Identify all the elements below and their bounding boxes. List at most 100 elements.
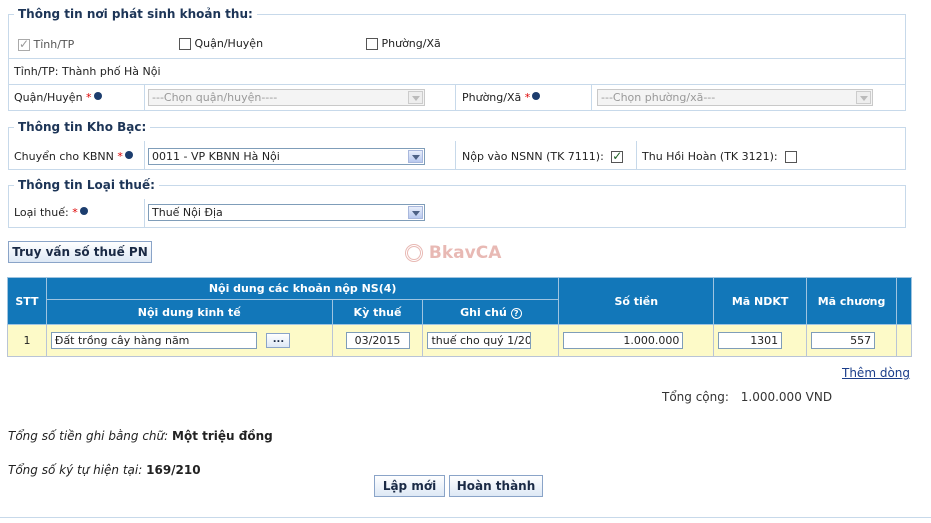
district-checkbox[interactable] bbox=[179, 38, 191, 50]
char-count-line: Tổng số ký tự hiện tại: 169/210 bbox=[8, 463, 201, 477]
nsnn-label: Nộp vào NSNN (TK 7111): bbox=[462, 150, 604, 163]
add-row-link[interactable]: Thêm dòng bbox=[842, 366, 910, 380]
district-checkbox-label: Quận/Huyện bbox=[194, 37, 264, 50]
divider bbox=[636, 141, 637, 170]
total-line: Tổng cộng: 1.000.000 VND bbox=[662, 390, 832, 404]
chevron-down-icon bbox=[408, 150, 423, 163]
divider bbox=[591, 84, 592, 111]
char-count-label: Tổng số ký tự hiện tại: bbox=[8, 463, 143, 477]
ward-select-value: ---Chọn phường/xã--- bbox=[601, 91, 716, 104]
ndkt-input[interactable]: 1301 bbox=[718, 332, 783, 349]
chevron-down-icon bbox=[408, 206, 423, 219]
help-icon[interactable] bbox=[79, 207, 88, 215]
divider bbox=[8, 58, 906, 59]
taxtype-select[interactable]: Thuế Nội Địa bbox=[148, 204, 425, 221]
header-amount: Số tiền bbox=[558, 277, 715, 325]
help-icon[interactable] bbox=[532, 92, 541, 100]
district-field-label: Quận/Huyện * bbox=[14, 91, 102, 104]
divider bbox=[8, 84, 906, 85]
row-ndkt-cell: 1301 bbox=[713, 324, 808, 357]
district-label: Quận/Huyện bbox=[14, 91, 83, 104]
province-value: Thành phố Hà Nội bbox=[61, 65, 161, 78]
ward-field-label: Phường/Xã * bbox=[462, 91, 541, 104]
char-count-value: 169/210 bbox=[146, 463, 201, 477]
amount-words-line: Tổng số tiền ghi bằng chữ: Một triệu đồn… bbox=[8, 429, 273, 443]
row-note-cell: thuế cho quý 1/2015 bbox=[422, 324, 560, 357]
row-stt: 1 bbox=[7, 324, 47, 357]
chevron-down-icon bbox=[856, 91, 871, 104]
header-content: Nội dung kinh tế bbox=[45, 299, 333, 325]
header-chapter: Mã chương bbox=[806, 277, 897, 325]
divider bbox=[144, 84, 145, 111]
total-label: Tổng cộng: bbox=[662, 390, 729, 404]
table-row: 1 Đất trồng cây hàng năm ... 03/2015 thu… bbox=[7, 324, 913, 357]
province-checkbox[interactable] bbox=[18, 37, 30, 51]
amount-words-label: Tổng số tiền ghi bằng chữ: bbox=[8, 429, 169, 443]
required-mark: * bbox=[86, 91, 92, 104]
row-chapter-cell: 557 bbox=[806, 324, 897, 357]
nsnn-field: Nộp vào NSNN (TK 7111): bbox=[462, 149, 624, 163]
district-select[interactable]: ---Chọn quận/huyện---- bbox=[148, 89, 425, 106]
header-group: Nội dung các khoản nộp NS(4) bbox=[45, 277, 560, 300]
header-note: Ghi chú bbox=[460, 305, 507, 319]
header-period: Kỳ thuế bbox=[331, 299, 424, 325]
watermark-logo: BkavCA bbox=[405, 243, 501, 263]
chapter-input[interactable]: 557 bbox=[811, 332, 876, 349]
transfer-label: Chuyển cho KBNN bbox=[14, 150, 114, 163]
browse-button[interactable]: ... bbox=[266, 333, 291, 348]
transfer-field-label: Chuyển cho KBNN * bbox=[14, 150, 133, 163]
header-note-cell: Ghi chú ? bbox=[422, 299, 560, 325]
tax-items-table: STT Nội dung các khoản nộp NS(4) Số tiền… bbox=[7, 277, 913, 357]
row-amount-cell: 1.000.000 bbox=[558, 324, 715, 357]
period-input[interactable]: 03/2015 bbox=[345, 332, 410, 349]
refund-label: Thu Hồi Hoàn (TK 3121): bbox=[642, 150, 778, 163]
transfer-select[interactable]: 0011 - VP KBNN Hà Nội bbox=[148, 148, 425, 165]
ward-checkbox[interactable] bbox=[366, 38, 378, 50]
province-checkbox-label: Tỉnh/TP bbox=[33, 38, 75, 51]
row-period-cell: 03/2015 bbox=[331, 324, 424, 357]
taxtype-label: Loại thuế: bbox=[14, 206, 69, 219]
required-mark: * bbox=[524, 91, 531, 104]
province-checkbox-wrap: Tỉnh/TP bbox=[18, 37, 75, 51]
row-content-cell: Đất trồng cây hàng năm ... bbox=[45, 324, 333, 357]
required-mark: * bbox=[72, 206, 78, 219]
taxtype-select-value: Thuế Nội Địa bbox=[152, 206, 223, 219]
divider bbox=[455, 84, 456, 111]
finish-button[interactable]: Hoàn thành bbox=[449, 475, 543, 497]
transfer-select-value: 0011 - VP KBNN Hà Nội bbox=[152, 150, 280, 163]
origin-legend: Thông tin nơi phát sinh khoản thu: bbox=[14, 7, 257, 21]
province-info: Tỉnh/TP: Thành phố Hà Nội bbox=[14, 65, 161, 78]
total-value: 1.000.000 VND bbox=[740, 390, 833, 404]
header-filler bbox=[895, 277, 913, 325]
watermark-text: BkavCA bbox=[428, 243, 502, 263]
ward-label: Phường/Xã bbox=[462, 91, 522, 104]
amount-words-value: Một triệu đồng bbox=[172, 429, 273, 443]
treasury-legend: Thông tin Kho Bạc: bbox=[14, 120, 151, 134]
amount-input[interactable]: 1.000.000 bbox=[563, 332, 684, 349]
taxtype-field-label: Loại thuế: * bbox=[14, 206, 88, 219]
refund-field: Thu Hồi Hoàn (TK 3121): bbox=[642, 150, 798, 163]
header-stt: STT bbox=[7, 277, 47, 325]
divider bbox=[144, 141, 145, 170]
header-ndkt: Mã NDKT bbox=[713, 277, 808, 325]
help-icon[interactable] bbox=[124, 151, 133, 159]
province-label: Tỉnh/TP: bbox=[14, 65, 59, 78]
district-checkbox-wrap: Quận/Huyện bbox=[179, 37, 263, 50]
chevron-down-icon bbox=[408, 91, 423, 104]
new-button[interactable]: Lập mới bbox=[374, 475, 445, 497]
ward-checkbox-label: Phường/Xã bbox=[381, 37, 441, 50]
note-input[interactable]: thuế cho quý 1/2015 bbox=[427, 332, 532, 349]
query-tax-button[interactable]: Truy vấn số thuế PN bbox=[8, 241, 152, 263]
question-icon[interactable]: ? bbox=[510, 307, 522, 319]
logo-icon bbox=[405, 244, 423, 262]
refund-checkbox[interactable] bbox=[785, 151, 798, 163]
content-input[interactable]: Đất trồng cây hàng năm bbox=[50, 332, 257, 349]
divider bbox=[144, 199, 145, 228]
nsnn-checkbox[interactable] bbox=[611, 149, 624, 163]
district-select-value: ---Chọn quận/huyện---- bbox=[152, 91, 278, 104]
help-icon[interactable] bbox=[93, 92, 102, 100]
ward-select[interactable]: ---Chọn phường/xã--- bbox=[597, 89, 873, 106]
taxtype-legend: Thông tin Loại thuế: bbox=[14, 178, 159, 192]
row-filler bbox=[895, 324, 913, 357]
bottom-border bbox=[0, 517, 931, 518]
